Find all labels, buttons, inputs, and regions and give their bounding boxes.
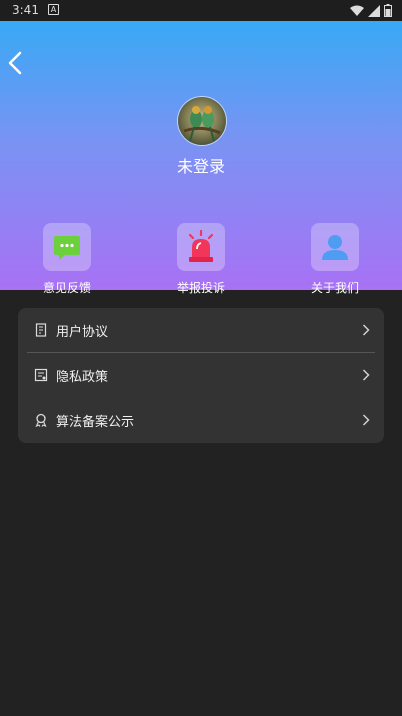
battery-icon — [384, 4, 392, 17]
about-button[interactable]: 关于我们 — [290, 223, 380, 296]
chevron-right-icon — [362, 369, 370, 381]
avatar-image — [178, 97, 226, 145]
chevron-right-icon — [362, 414, 370, 426]
avatar[interactable] — [177, 96, 227, 146]
policy-icon — [34, 368, 48, 382]
report-button[interactable]: 举报投诉 — [156, 223, 246, 296]
menu-item-label: 算法备案公示 — [56, 415, 135, 430]
username-label[interactable]: 未登录 — [0, 153, 402, 177]
status-time: 3:41 — [12, 3, 39, 17]
status-bar: 3:41 A — [0, 0, 402, 21]
menu-item-privacy-policy[interactable]: 隐私政策 — [18, 353, 384, 397]
chat-bubble-icon — [54, 236, 80, 260]
feedback-tile — [43, 223, 91, 271]
menu-item-label: 隐私政策 — [56, 370, 109, 385]
about-label: 关于我们 — [310, 281, 359, 295]
wifi-icon — [350, 5, 364, 16]
signal-icon — [368, 4, 380, 17]
siren-alarm-icon — [188, 229, 214, 262]
feedback-button[interactable]: 意见反馈 — [22, 223, 112, 296]
menu-item-label: 用户协议 — [56, 325, 109, 340]
about-tile — [311, 223, 359, 271]
report-label: 举报投诉 — [176, 281, 225, 295]
document-icon — [35, 323, 47, 337]
award-ribbon-icon — [35, 413, 47, 427]
notification-icon: A — [48, 4, 59, 15]
settings-card: 用户协议 隐私政策 算法备案公示 — [18, 308, 384, 443]
chevron-right-icon — [362, 324, 370, 336]
back-button[interactable] — [6, 51, 26, 75]
report-tile — [177, 223, 225, 271]
status-icons — [350, 4, 392, 17]
menu-item-algorithm-filing[interactable]: 算法备案公示 — [18, 398, 384, 442]
feedback-label: 意见反馈 — [42, 281, 91, 295]
person-icon — [322, 235, 348, 260]
menu-item-user-agreement[interactable]: 用户协议 — [18, 308, 384, 352]
profile-header: 未登录 意见反馈 举报投诉 关于我们 — [0, 21, 402, 295]
